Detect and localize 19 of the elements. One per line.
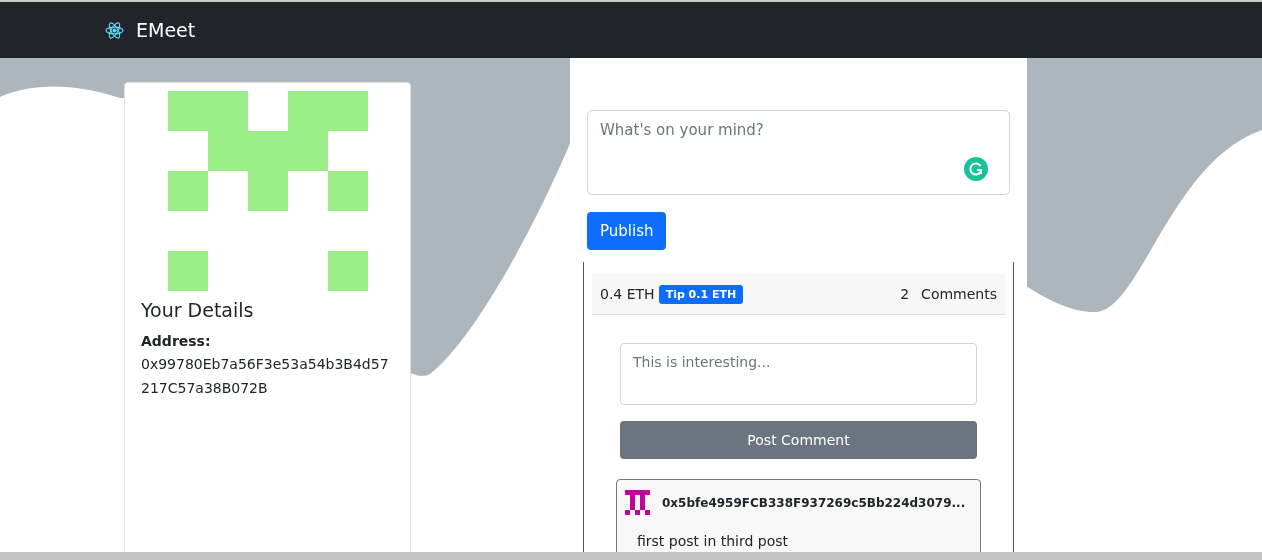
address-label: Address: <box>141 333 212 349</box>
tip-button[interactable]: Tip 0.1 ETH <box>658 284 744 304</box>
amount-text: 0.4 ETH <box>600 286 655 302</box>
comments-label: Comments <box>921 286 997 302</box>
card-title: Your Details <box>141 299 255 321</box>
comment-author: 0x5bfe4959FCB338F937269c5Bb224d3079... <box>662 495 966 510</box>
comment-count: 2 <box>900 286 910 302</box>
address-text: 0x99780Eb7a56F3e53a54b3B4d57217C57a38B072B <box>141 355 390 398</box>
atom-icon <box>105 20 124 40</box>
post-input[interactable]: What's on your mind? <box>587 110 1010 195</box>
avatar-icon <box>625 490 650 515</box>
publish-button[interactable]: Publish <box>587 212 667 250</box>
grammar-icon[interactable] <box>964 157 988 181</box>
comment-input[interactable]: This is interesting... <box>620 343 977 405</box>
brand-name[interactable]: EMeet <box>136 19 196 41</box>
post-comment-button[interactable]: Post Comment <box>620 421 977 459</box>
comment-text: first post in third post <box>637 533 790 549</box>
scrollbar[interactable] <box>0 552 1262 560</box>
avatar-icon <box>167 91 368 291</box>
